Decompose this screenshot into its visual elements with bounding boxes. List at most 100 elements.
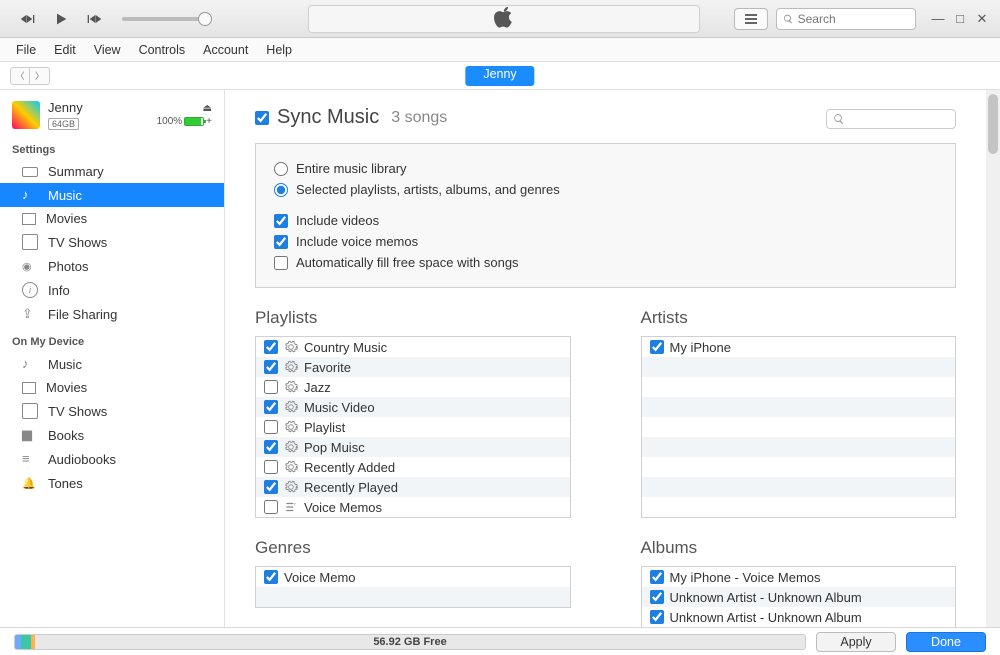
sidebar-item-label: Books	[48, 428, 84, 443]
opt-include-voice-memos[interactable]: Include voice memos	[274, 231, 937, 252]
sidebar-item-books[interactable]: Books	[0, 423, 224, 447]
playback-controls	[0, 8, 212, 30]
list-item[interactable]: My iPhone	[642, 337, 956, 357]
eject-icon[interactable]: ⏏	[203, 103, 212, 114]
sidebar-item-tv-shows[interactable]: TV Shows	[0, 399, 224, 423]
list-item[interactable]: Pop Muisc	[256, 437, 570, 457]
list-item-checkbox[interactable]	[650, 340, 664, 354]
list-item-checkbox[interactable]	[264, 480, 278, 494]
list-item-empty	[642, 417, 956, 437]
forward-button[interactable]: 〉	[30, 67, 50, 85]
opt-autofill-checkbox[interactable]	[274, 256, 288, 270]
list-item-checkbox[interactable]	[650, 570, 664, 584]
done-button[interactable]: Done	[906, 632, 986, 652]
list-item[interactable]: Unknown Artist - Unknown Album	[642, 607, 956, 627]
list-item-checkbox[interactable]	[264, 570, 278, 584]
list-item[interactable]: Unknown Artist - Unknown Album	[642, 587, 956, 607]
close-button[interactable]: ✕	[974, 11, 990, 27]
list-item[interactable]: My iPhone - Voice Memos	[642, 567, 956, 587]
radio-selected[interactable]: Selected playlists, artists, albums, and…	[274, 179, 937, 200]
menu-account[interactable]: Account	[195, 41, 256, 59]
global-search[interactable]	[776, 8, 916, 30]
search-icon	[833, 113, 845, 125]
sidebar-item-file-sharing[interactable]: File Sharing	[0, 302, 224, 326]
list-item-checkbox[interactable]	[264, 440, 278, 454]
list-item-checkbox[interactable]	[264, 360, 278, 374]
list-item[interactable]: Music Video	[256, 397, 570, 417]
menu-edit[interactable]: Edit	[46, 41, 84, 59]
list-item[interactable]: Voice Memo	[256, 567, 570, 587]
next-button[interactable]	[80, 8, 106, 30]
list-item[interactable]: Recently Added	[256, 457, 570, 477]
list-item[interactable]: Recently Played	[256, 477, 570, 497]
sidebar-item-movies[interactable]: Movies	[0, 207, 224, 230]
sidebar-item-label: Movies	[46, 380, 87, 395]
device-crumb[interactable]: Jenny	[465, 66, 534, 86]
sidebar-item-tv-shows[interactable]: TV Shows	[0, 230, 224, 254]
minimize-button[interactable]: —	[930, 11, 946, 27]
apply-button[interactable]: Apply	[816, 632, 896, 652]
menu-view[interactable]: View	[86, 41, 129, 59]
menu-help[interactable]: Help	[258, 41, 300, 59]
sidebar-item-label: Tones	[48, 476, 83, 491]
radio-selected-input[interactable]	[274, 183, 288, 197]
sidebar-item-summary[interactable]: Summary	[0, 160, 224, 183]
opt-include-videos[interactable]: Include videos	[274, 210, 937, 231]
sync-search[interactable]	[826, 109, 956, 129]
sidebar-item-music[interactable]: Music	[0, 352, 224, 376]
menu-controls[interactable]: Controls	[131, 41, 194, 59]
list-item-checkbox[interactable]	[264, 380, 278, 394]
list-item-checkbox[interactable]	[264, 460, 278, 474]
opt-videos-checkbox[interactable]	[274, 214, 288, 228]
sidebar-settings-header: Settings	[0, 134, 224, 160]
device-capacity: 64GB	[48, 118, 79, 130]
sidebar-item-info[interactable]: iInfo	[0, 278, 224, 302]
sidebar-item-label: Music	[48, 188, 82, 203]
maximize-button[interactable]: □	[952, 11, 968, 27]
list-item-checkbox[interactable]	[650, 610, 664, 624]
sidebar-item-photos[interactable]: Photos	[0, 254, 224, 278]
albums-list: My iPhone - Voice MemosUnknown Artist - …	[641, 566, 957, 627]
device-header[interactable]: Jenny 64GB ⏏ 100% +	[0, 96, 224, 134]
list-item[interactable]: Favorite	[256, 357, 570, 377]
volume-thumb[interactable]	[198, 12, 212, 26]
opt-autofill-label: Automatically fill free space with songs	[296, 255, 519, 270]
sidebar-item-audiobooks[interactable]: Audiobooks	[0, 447, 224, 471]
list-item-checkbox[interactable]	[264, 400, 278, 414]
list-item-empty	[642, 357, 956, 377]
opt-voicememos-checkbox[interactable]	[274, 235, 288, 249]
sidebar-item-label: Summary	[48, 164, 104, 179]
sync-music-checkbox[interactable]	[255, 111, 269, 125]
list-item[interactable]: Jazz	[256, 377, 570, 397]
sidebar-item-movies[interactable]: Movies	[0, 376, 224, 399]
view-list-button[interactable]	[734, 8, 768, 30]
playlists-header: Playlists	[255, 308, 571, 328]
list-item[interactable]: Country Music	[256, 337, 570, 357]
list-item-checkbox[interactable]	[264, 340, 278, 354]
list-item-checkbox[interactable]	[264, 420, 278, 434]
list-item[interactable]: Voice Memos	[256, 497, 570, 517]
scrollbar[interactable]	[986, 90, 1000, 627]
sidebar: Jenny 64GB ⏏ 100% + Settings Summary Musi…	[0, 90, 225, 627]
sidebar-item-tones[interactable]: Tones	[0, 471, 224, 495]
sidebar-item-music[interactable]: Music	[0, 183, 224, 207]
list-item[interactable]: Playlist	[256, 417, 570, 437]
radio-entire-library[interactable]: Entire music library	[274, 158, 937, 179]
titlebar: — □ ✕	[0, 0, 1000, 38]
list-item-empty	[642, 497, 956, 517]
opt-autofill[interactable]: Automatically fill free space with songs	[274, 252, 937, 273]
list-item-checkbox[interactable]	[650, 590, 664, 604]
list-item-checkbox[interactable]	[264, 500, 278, 514]
radio-entire-input[interactable]	[274, 162, 288, 176]
play-button[interactable]	[48, 8, 74, 30]
sidebar-item-label: TV Shows	[48, 404, 107, 419]
previous-button[interactable]	[16, 8, 42, 30]
storage-segment	[15, 635, 21, 649]
list-item-label: Jazz	[304, 380, 331, 395]
scrollbar-thumb[interactable]	[988, 94, 998, 154]
back-button[interactable]: 〈	[10, 67, 30, 85]
volume-slider[interactable]	[122, 17, 212, 21]
artists-header: Artists	[641, 308, 957, 328]
menu-file[interactable]: File	[8, 41, 44, 59]
global-search-input[interactable]	[798, 12, 909, 26]
